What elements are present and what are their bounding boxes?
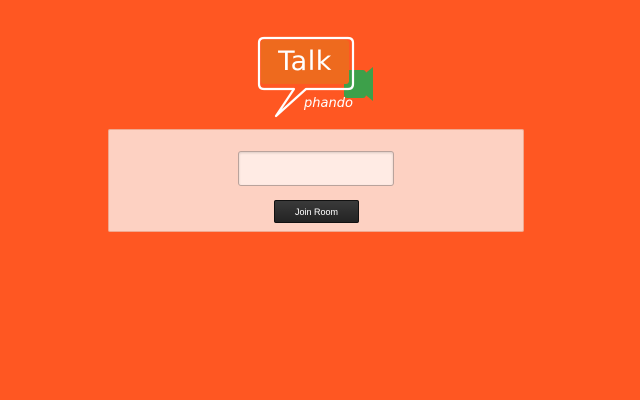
talk-phando-logo: Talk phando <box>256 36 376 120</box>
room-name-input[interactable] <box>238 151 394 186</box>
logo-title: Talk <box>278 46 332 77</box>
join-room-button[interactable]: Join Room <box>274 200 359 223</box>
logo-subtitle: phando <box>304 96 353 111</box>
join-room-panel: Join Room <box>108 129 524 232</box>
